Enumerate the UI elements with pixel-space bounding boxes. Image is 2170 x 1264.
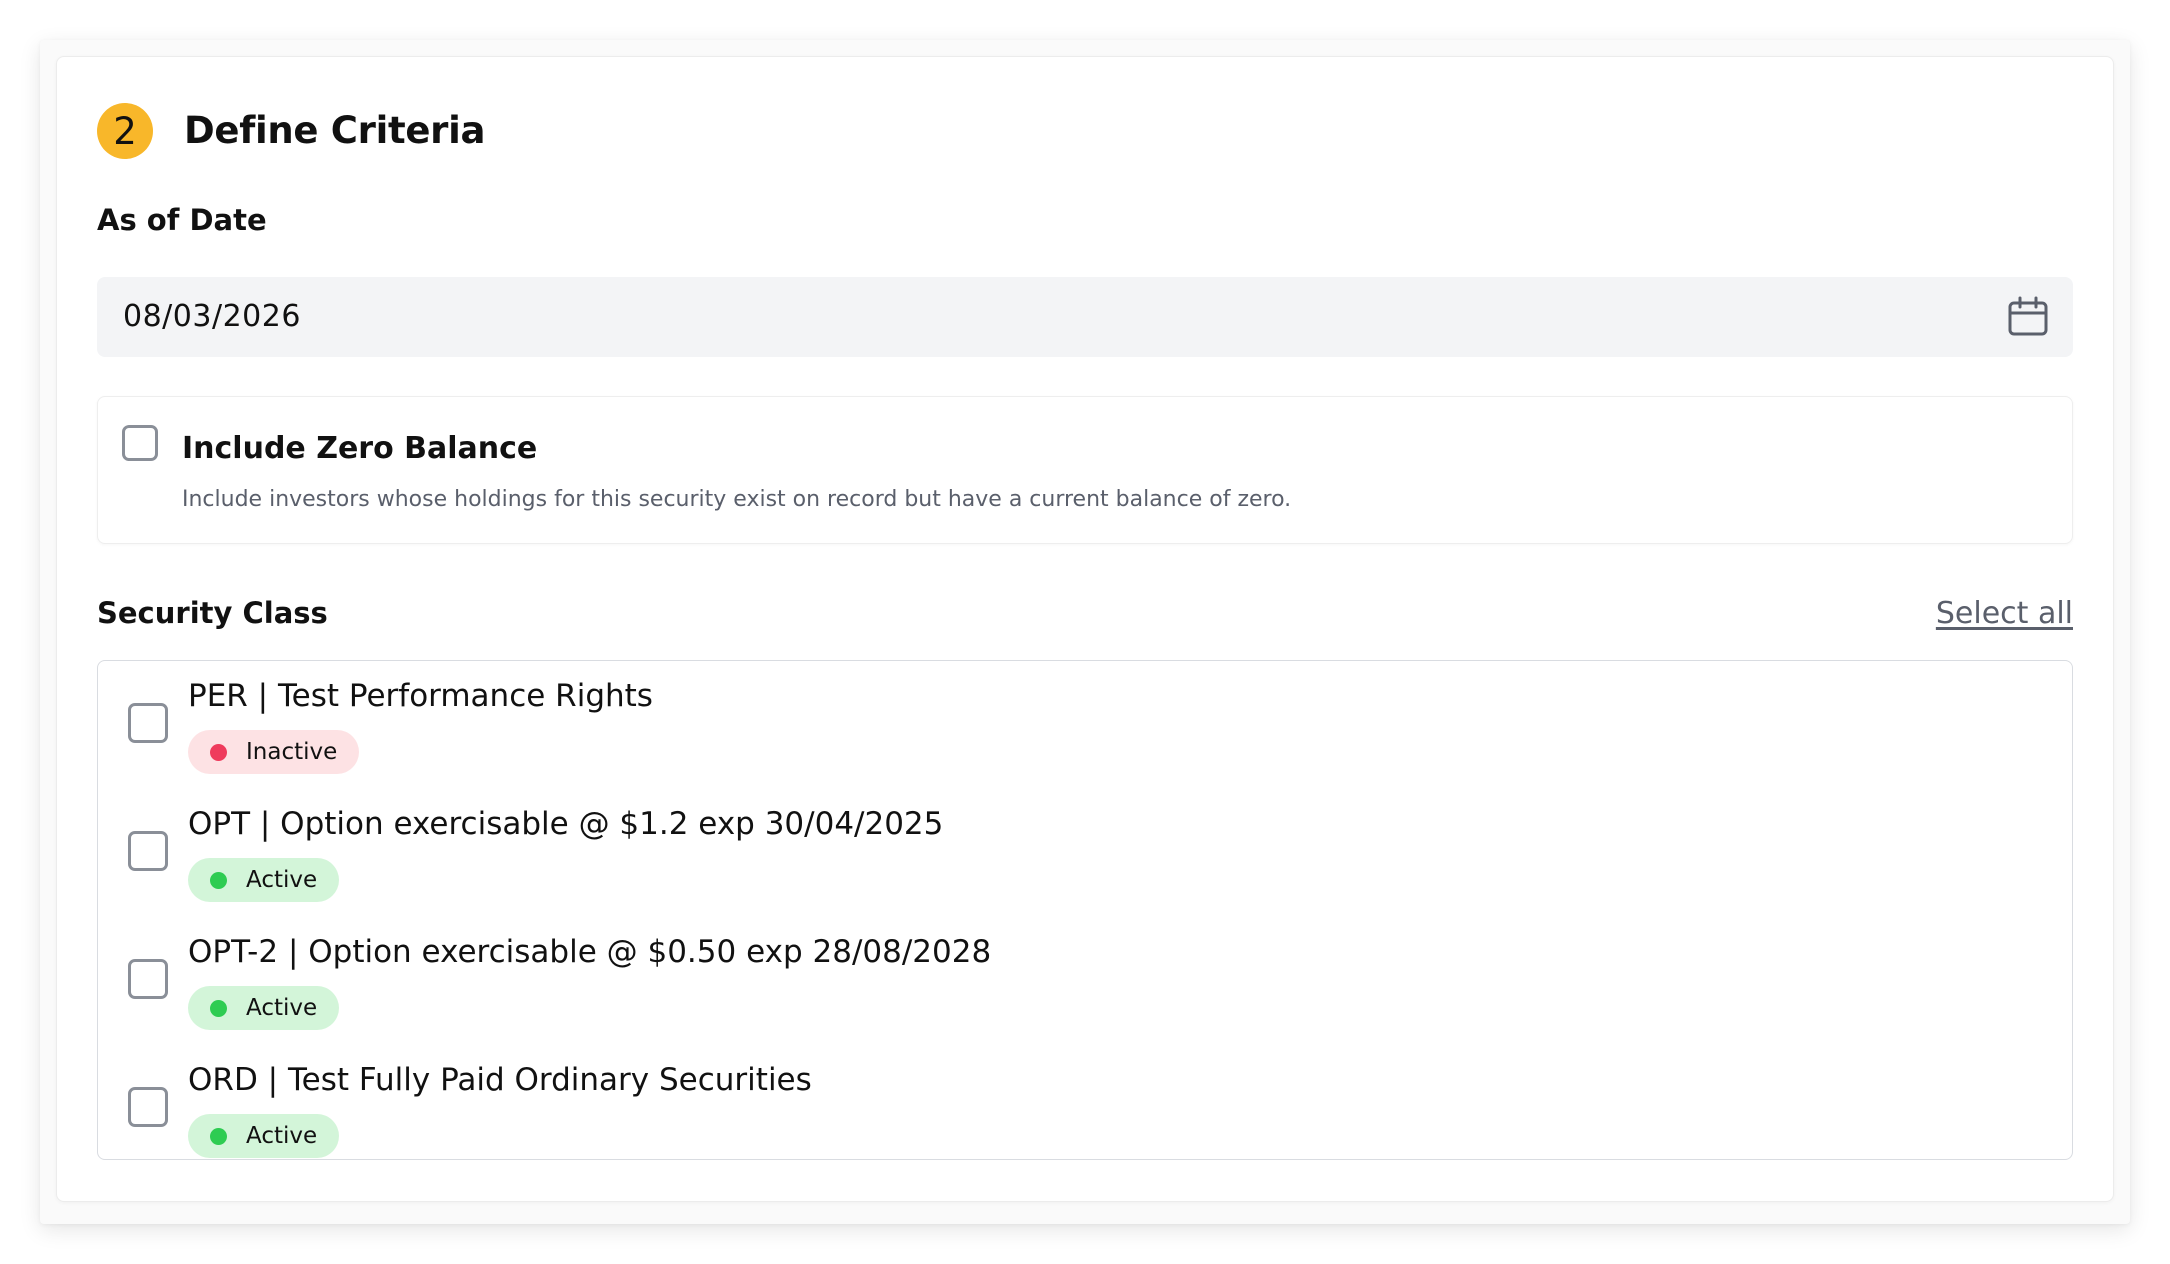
status-dot-icon <box>210 743 227 761</box>
security-class-checkbox[interactable] <box>128 831 168 871</box>
select-all-link[interactable]: Select all <box>1936 594 2073 634</box>
security-class-item[interactable]: PER | Test Performance Rights Inactive <box>98 661 2072 789</box>
include-zero-balance-option: Include Zero Balance Include investors w… <box>97 396 2073 544</box>
security-class-label: OPT | Option exercisable @ $1.2 exp 30/0… <box>188 806 944 842</box>
security-class-checkbox[interactable] <box>128 703 168 743</box>
status-text: Active <box>246 995 318 1021</box>
status-badge: Inactive <box>188 730 360 774</box>
status-text: Active <box>246 1123 318 1149</box>
section-title: Define Criteria <box>184 109 486 152</box>
include-zero-balance-checkbox[interactable] <box>122 425 158 461</box>
status-badge: Active <box>188 1114 340 1158</box>
security-class-label: OPT-2 | Option exercisable @ $0.50 exp 2… <box>188 934 992 970</box>
security-class-checkbox[interactable] <box>128 1087 168 1127</box>
status-badge: Active <box>188 986 340 1030</box>
security-class-item[interactable]: ORD | Test Fully Paid Ordinary Securitie… <box>98 1045 2072 1159</box>
status-text: Inactive <box>246 739 338 765</box>
criteria-card: 2 Define Criteria As of Date 08/03/2026 … <box>56 56 2114 1202</box>
step-number-badge: 2 <box>97 103 153 159</box>
as-of-date-label: As of Date <box>97 203 267 237</box>
status-dot-icon <box>210 999 227 1017</box>
page-frame: 2 Define Criteria As of Date 08/03/2026 … <box>40 40 2130 1224</box>
as-of-date-input[interactable]: 08/03/2026 <box>97 277 2073 357</box>
as-of-date-value: 08/03/2026 <box>123 299 301 334</box>
security-class-label: PER | Test Performance Rights <box>188 678 653 714</box>
security-class-list: PER | Test Performance Rights Inactive O… <box>97 660 2073 1160</box>
calendar-icon[interactable] <box>2007 296 2049 338</box>
security-class-item[interactable]: OPT-2 | Option exercisable @ $0.50 exp 2… <box>98 917 2072 1045</box>
status-text: Active <box>246 867 318 893</box>
security-class-item[interactable]: OPT | Option exercisable @ $1.2 exp 30/0… <box>98 789 2072 917</box>
include-zero-balance-title: Include Zero Balance <box>182 431 538 466</box>
security-class-checkbox[interactable] <box>128 959 168 999</box>
security-class-label: ORD | Test Fully Paid Ordinary Securitie… <box>188 1062 812 1098</box>
security-class-label: Security Class <box>97 596 328 630</box>
status-dot-icon <box>210 1127 227 1145</box>
status-badge: Active <box>188 858 340 902</box>
status-dot-icon <box>210 871 227 889</box>
include-zero-balance-description: Include investors whose holdings for thi… <box>182 487 1292 512</box>
